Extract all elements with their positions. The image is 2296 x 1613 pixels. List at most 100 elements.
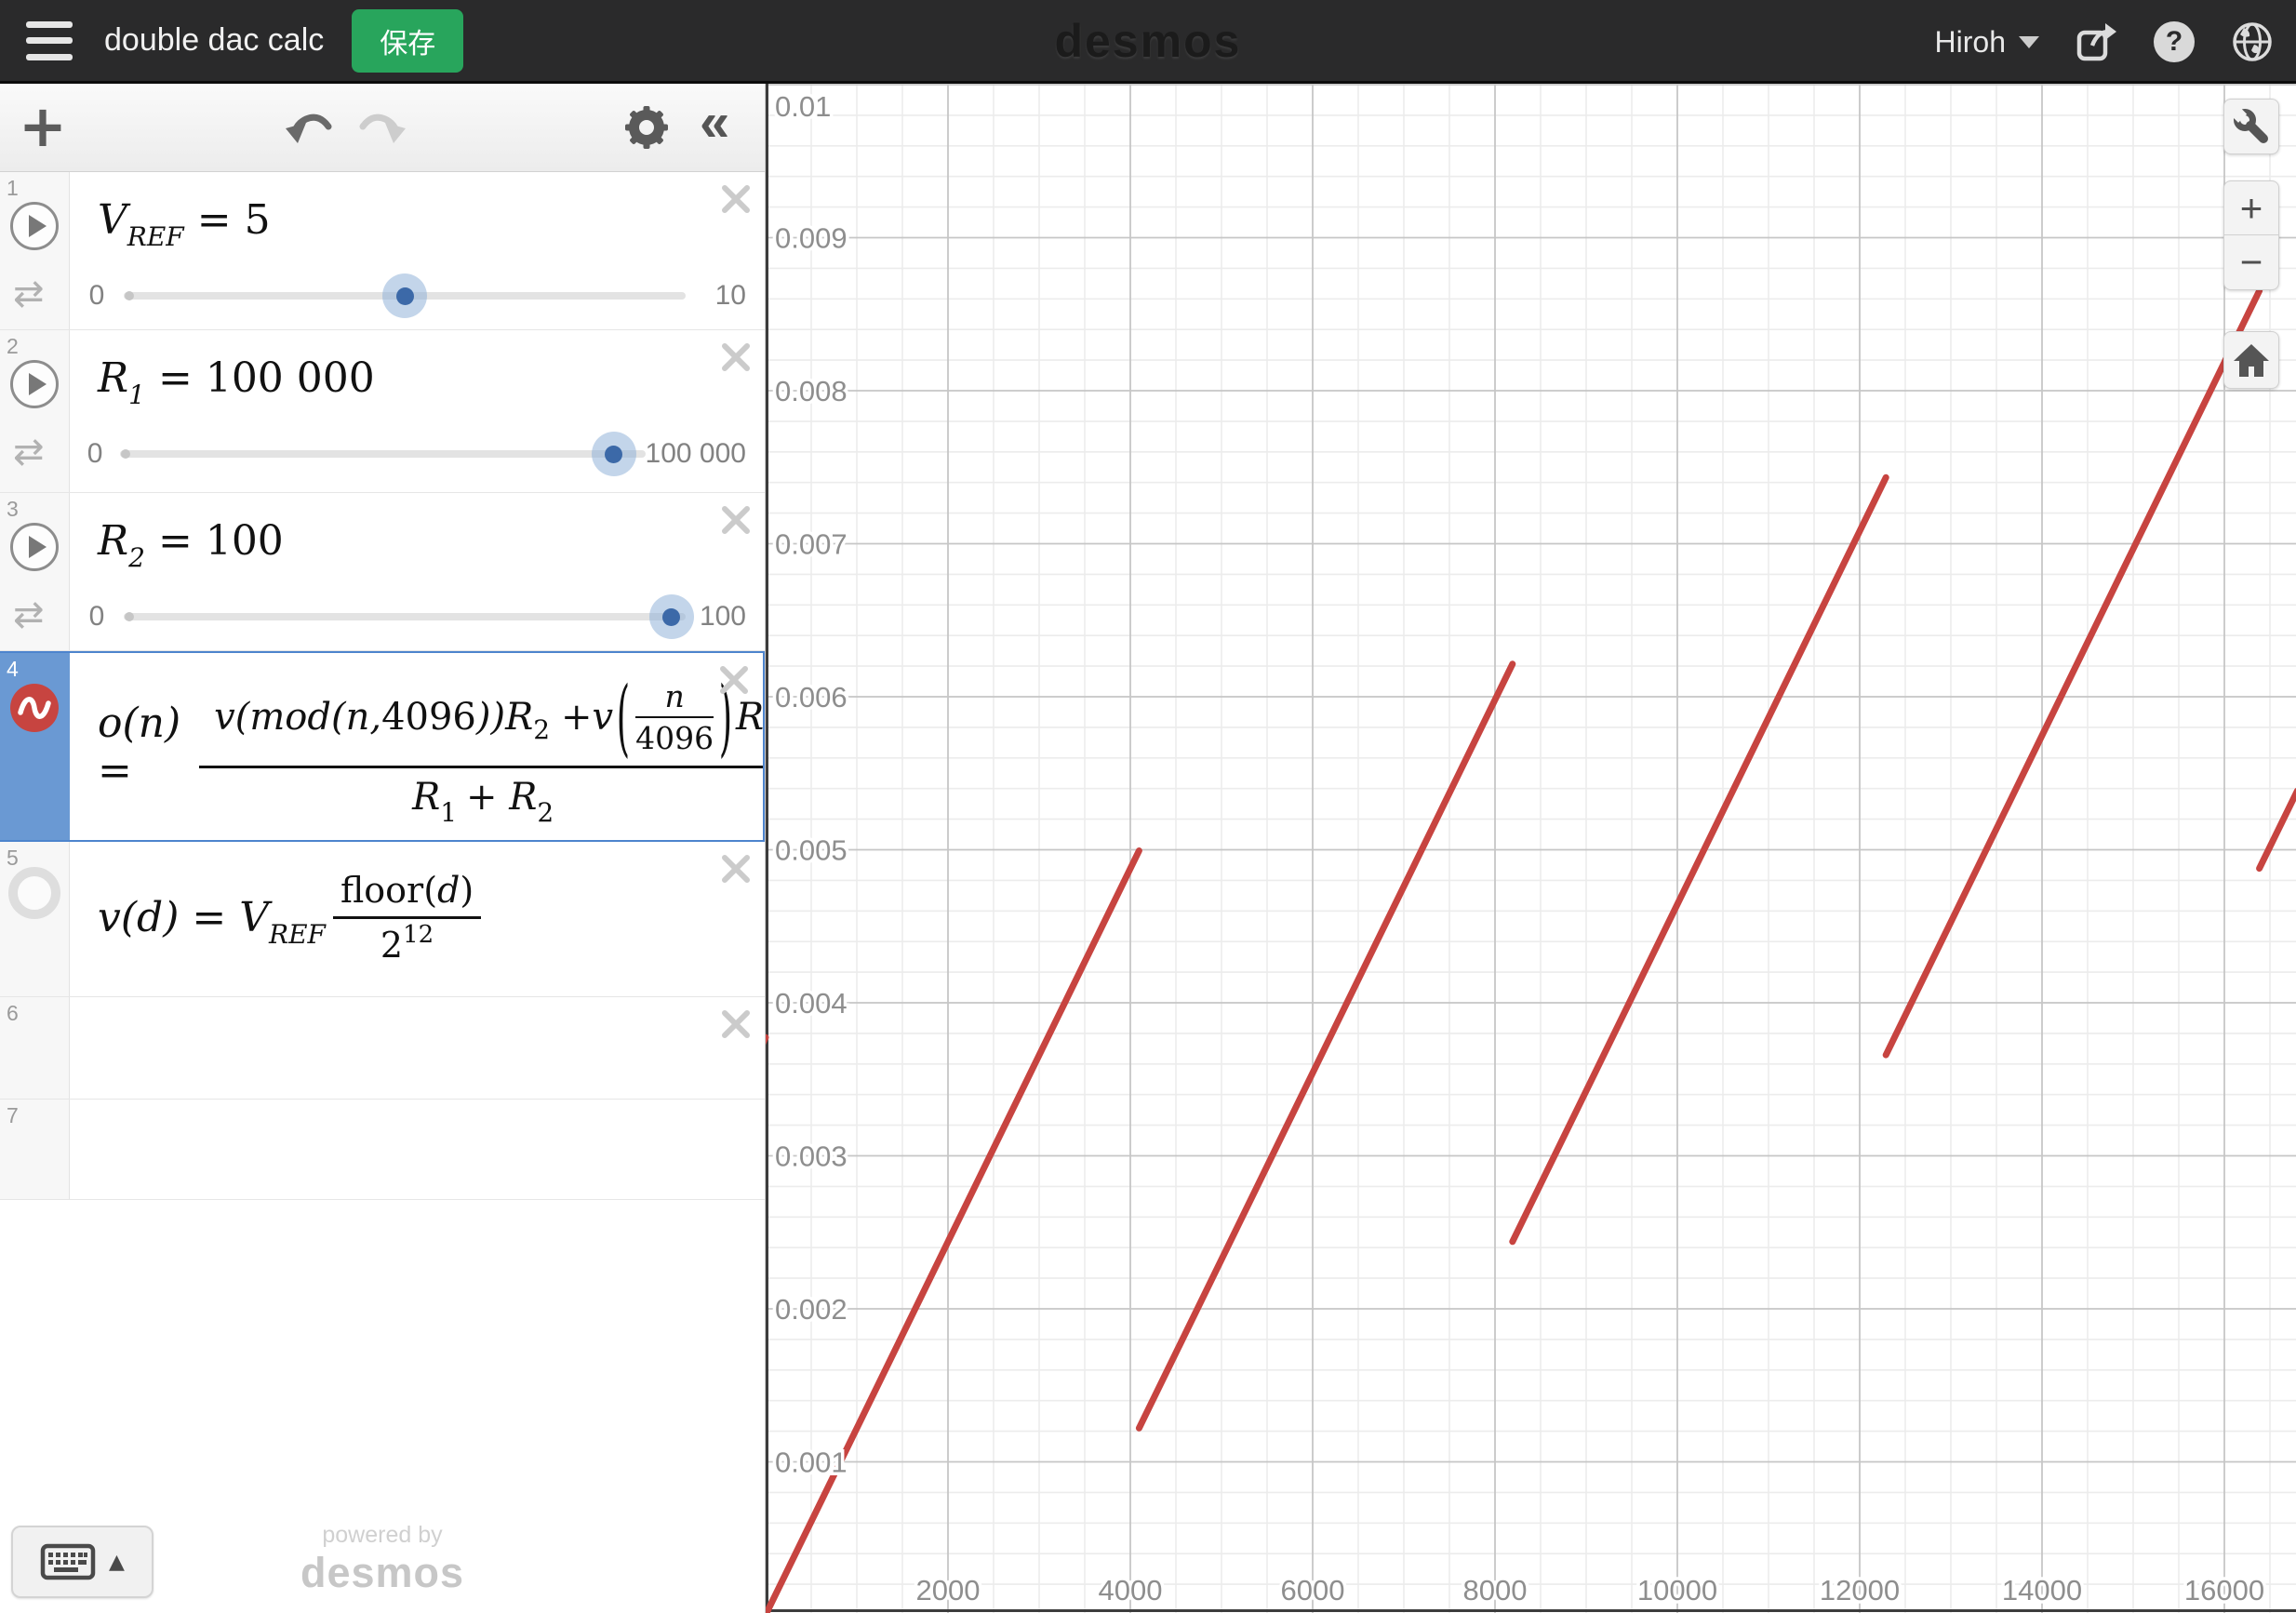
graph-title[interactable]: double dac calc xyxy=(104,22,324,59)
slider: 0 100 000 xyxy=(70,431,765,477)
keyboard-icon xyxy=(40,1542,96,1581)
svg-text:12000: 12000 xyxy=(1820,1574,1900,1606)
play-slider-icon[interactable] xyxy=(10,202,59,250)
desmos-logo: desmos xyxy=(1055,14,1242,68)
delete-expression-icon[interactable] xyxy=(720,341,752,378)
add-expression-button[interactable]: + xyxy=(19,104,67,149)
header-right: Hiroh ? xyxy=(1935,0,2274,84)
slider-track[interactable] xyxy=(120,450,645,458)
expression-content[interactable] xyxy=(70,1100,765,1199)
slider-min-label[interactable]: 0 xyxy=(70,601,124,633)
graph-paper: 2000400060008000100001200014000160000.00… xyxy=(766,84,2296,1613)
curve-style-icon[interactable] xyxy=(9,683,60,738)
row-gutter: 1 ⇄ xyxy=(0,172,70,329)
slider-origin-dot xyxy=(125,612,134,621)
delete-expression-icon[interactable] xyxy=(718,664,750,700)
expression-row-7[interactable]: 7 xyxy=(0,1100,765,1200)
svg-text:0.001: 0.001 xyxy=(775,1446,848,1479)
slider-handle[interactable] xyxy=(649,594,694,639)
open-keyboard-arrow-icon: ▲ xyxy=(109,1551,125,1574)
expression-row-3[interactable]: 3 ⇄ R2 = 100 0 100 xyxy=(0,493,765,651)
chevron-down-icon xyxy=(2019,36,2039,48)
slider-max-label[interactable]: 100 000 xyxy=(646,438,765,470)
graph-canvas[interactable]: 2000400060008000100001200014000160000.00… xyxy=(766,84,2296,1613)
graph-settings-button[interactable] xyxy=(2223,99,2279,154)
expression-content[interactable] xyxy=(70,997,765,1099)
svg-text:0.008: 0.008 xyxy=(775,375,848,407)
globe-icon[interactable] xyxy=(2231,20,2274,63)
share-icon[interactable] xyxy=(2075,20,2117,63)
expression-content[interactable]: v(d) = VREF floor(d) 212 xyxy=(70,842,765,996)
expression-row-6[interactable]: 6 xyxy=(0,997,765,1100)
desmos-app: double dac calc 保存 desmos Hiroh ? xyxy=(0,0,2296,1613)
row-index: 4 xyxy=(7,657,19,682)
gear-icon[interactable] xyxy=(625,106,668,153)
svg-text:0.009: 0.009 xyxy=(775,222,848,255)
zoom-controls: + − xyxy=(2223,180,2279,290)
expression-latex: R2 = 100 xyxy=(98,517,284,565)
expression-row-4-selected[interactable]: 4 o(n) = v(mod(n,4096))R2+ v(n4096)R1 R1… xyxy=(0,651,765,842)
slider: 0 100 xyxy=(70,593,765,640)
zoom-out-button[interactable]: − xyxy=(2224,235,2278,289)
svg-text:0.01: 0.01 xyxy=(775,90,831,123)
svg-text:0.002: 0.002 xyxy=(775,1293,848,1326)
expression-content[interactable]: R2 = 100 0 100 xyxy=(70,493,765,650)
svg-text:0.007: 0.007 xyxy=(775,528,848,561)
expression-row-2[interactable]: 2 ⇄ R1 = 100 000 0 100 000 xyxy=(0,330,765,493)
default-view-button[interactable] xyxy=(2223,331,2279,389)
svg-text:0.005: 0.005 xyxy=(775,834,848,867)
help-icon[interactable]: ? xyxy=(2153,20,2196,63)
floor-fraction: floor(d) 212 xyxy=(333,870,481,966)
expression-content[interactable]: o(n) = v(mod(n,4096))R2+ v(n4096)R1 R1+ … xyxy=(70,653,765,840)
svg-text:0.006: 0.006 xyxy=(775,681,848,713)
slider-max-label[interactable]: 100 xyxy=(686,601,765,633)
slider-handle[interactable] xyxy=(382,273,427,318)
powered-by-desmos: powered by desmos xyxy=(300,1522,464,1597)
svg-text:14000: 14000 xyxy=(2002,1574,2082,1606)
svg-text:16000: 16000 xyxy=(2184,1574,2264,1606)
delete-expression-icon[interactable] xyxy=(720,504,752,540)
slider-min-label[interactable]: 0 xyxy=(70,438,120,470)
home-icon xyxy=(2233,343,2270,378)
account-menu[interactable]: Hiroh xyxy=(1935,25,2039,60)
slider-handle[interactable] xyxy=(592,432,636,476)
row-index: 7 xyxy=(7,1103,19,1128)
row-index: 3 xyxy=(7,497,19,522)
keyboard-toggle-button[interactable]: ▲ xyxy=(11,1526,154,1598)
delete-expression-icon[interactable] xyxy=(720,853,752,889)
slider-origin-dot xyxy=(125,291,134,300)
delete-expression-icon[interactable] xyxy=(720,1008,752,1045)
expression-content[interactable]: R1 = 100 000 0 100 000 xyxy=(70,330,765,492)
slider-track[interactable] xyxy=(124,292,686,300)
save-button[interactable]: 保存 xyxy=(352,9,463,73)
function-lhs: v(d) = VREF xyxy=(98,894,326,941)
collapse-panel-icon[interactable]: « xyxy=(700,91,729,153)
undo-icon[interactable] xyxy=(284,108,336,157)
expression-latex: VREF = 5 xyxy=(98,196,271,244)
play-slider-icon[interactable] xyxy=(10,523,59,571)
expression-row-1[interactable]: 1 ⇄ VREF = 5 0 10 xyxy=(0,172,765,330)
row-gutter: 3 ⇄ xyxy=(0,493,70,650)
function-lhs: o(n) = xyxy=(98,700,180,794)
slider-max-label[interactable]: 10 xyxy=(686,280,765,312)
delete-expression-icon[interactable] xyxy=(720,183,752,220)
svg-text:4000: 4000 xyxy=(1099,1574,1163,1606)
slider-loop-icon[interactable]: ⇄ xyxy=(13,431,45,473)
expression-row-5[interactable]: 5 v(d) = VREF floor(d) 212 xyxy=(0,842,765,997)
slider-min-label[interactable]: 0 xyxy=(70,280,124,312)
play-slider-icon[interactable] xyxy=(10,360,59,408)
slider-loop-icon[interactable]: ⇄ xyxy=(13,273,45,315)
slider-track[interactable] xyxy=(124,613,686,620)
row-index: 1 xyxy=(7,176,19,201)
expression-content[interactable]: VREF = 5 0 10 xyxy=(70,172,765,329)
zoom-in-button[interactable]: + xyxy=(2224,181,2278,235)
hamburger-menu-icon[interactable] xyxy=(26,21,73,60)
hide-graph-toggle[interactable] xyxy=(8,867,60,919)
row-gutter: 7 xyxy=(0,1100,70,1199)
slider-loop-icon[interactable]: ⇄ xyxy=(13,593,45,636)
redo-icon[interactable] xyxy=(355,108,407,157)
row-index: 2 xyxy=(7,334,19,359)
svg-text:6000: 6000 xyxy=(1281,1574,1345,1606)
slider-origin-dot xyxy=(121,449,130,459)
svg-text:0.003: 0.003 xyxy=(775,1140,848,1173)
